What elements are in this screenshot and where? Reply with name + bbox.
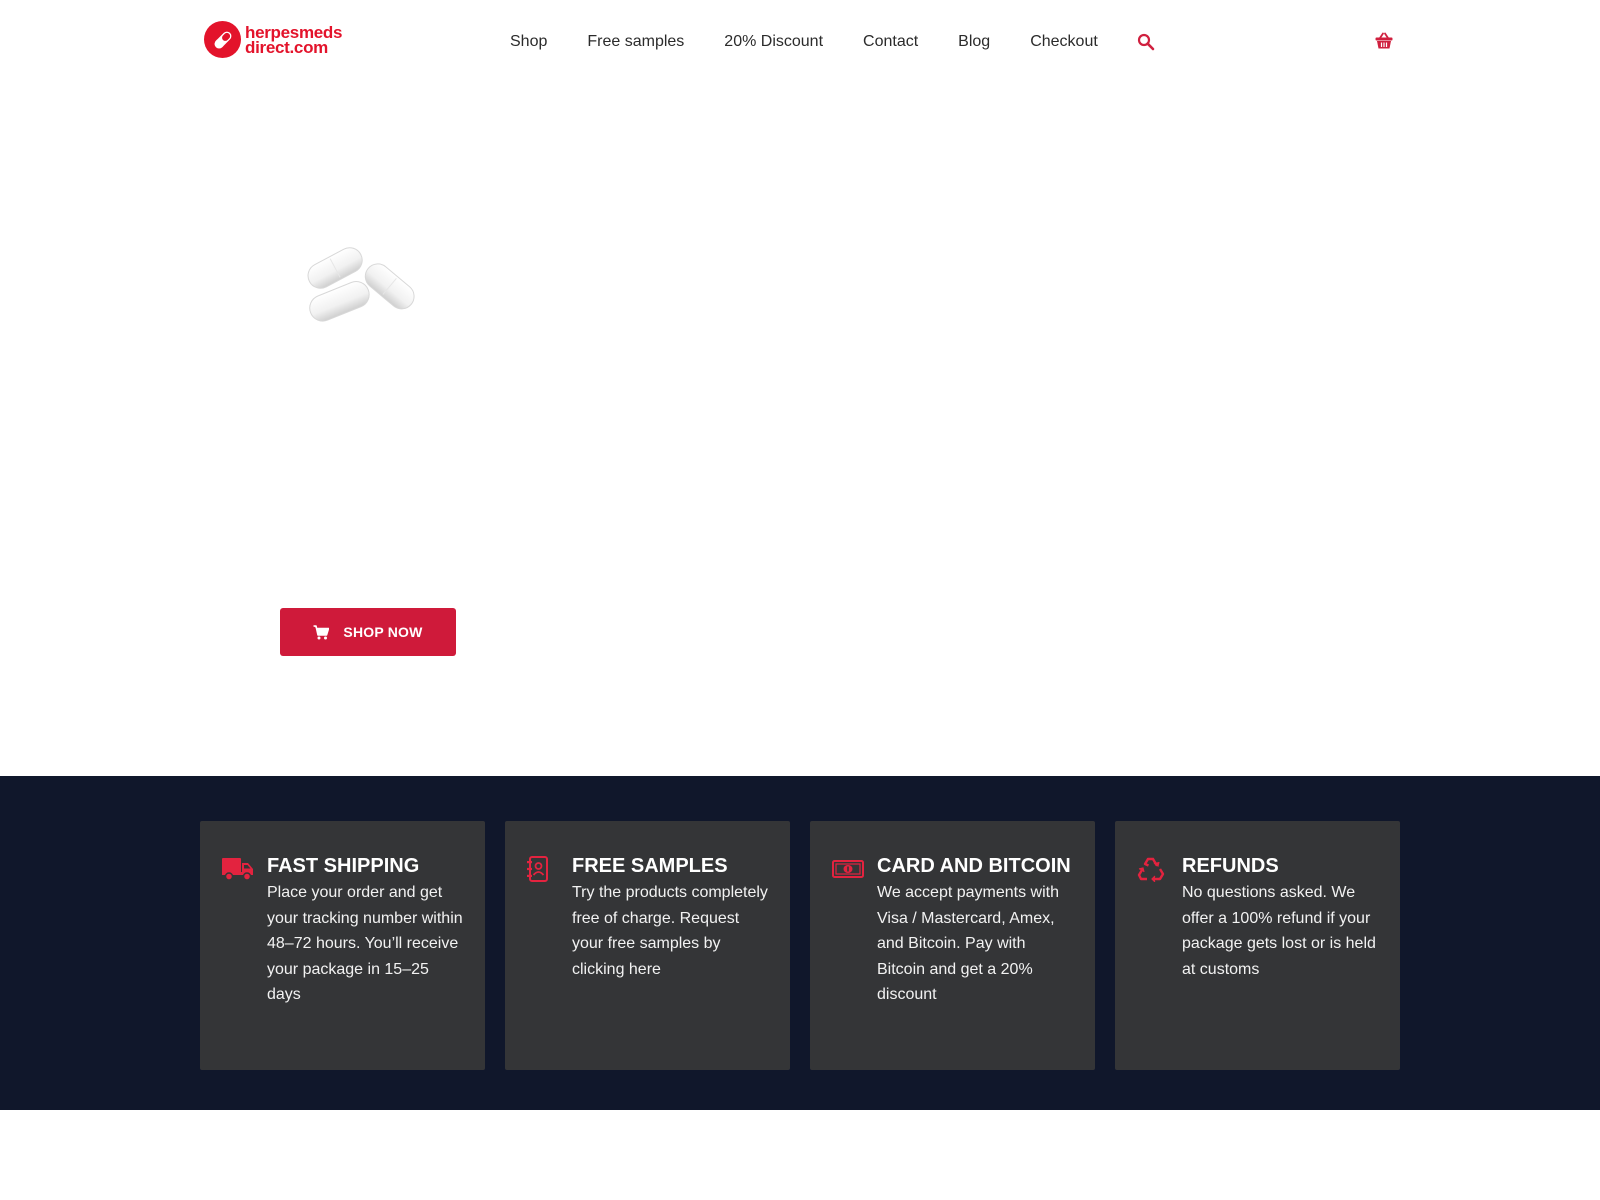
pill-logo-icon (204, 21, 241, 58)
nav-checkout[interactable]: Checkout (1030, 33, 1098, 51)
nav-blog[interactable]: Blog (958, 33, 990, 51)
nav-contact[interactable]: Contact (863, 33, 918, 51)
feature-title: CARD AND BITCOIN (877, 855, 1071, 877)
nav-discount[interactable]: 20% Discount (724, 33, 823, 51)
nav-shop[interactable]: Shop (510, 33, 547, 51)
feature-content: CARD AND BITCOIN We accept payments with… (877, 854, 1077, 1008)
recycle-icon (1137, 855, 1169, 883)
shop-now-label: SHOP NOW (343, 624, 423, 640)
feature-content: REFUNDS No questions asked. We offer a 1… (1182, 854, 1382, 982)
feature-card-shipping: FAST SHIPPING Place your order and get y… (200, 821, 485, 1070)
feature-text: Place your order and get your tracking n… (267, 884, 463, 1003)
features-band: FAST SHIPPING Place your order and get y… (0, 776, 1600, 1110)
truck-icon (222, 855, 254, 883)
basket-icon[interactable] (1374, 31, 1394, 51)
main-nav: Shop Free samples 20% Discount Contact B… (490, 30, 1156, 54)
feature-card-samples[interactable]: FREE SAMPLES Try the products completely… (505, 821, 790, 1070)
feature-text: We accept payments with Visa / Mastercar… (877, 884, 1060, 1003)
feature-title: FREE SAMPLES (572, 855, 728, 877)
logo-wordmark: herpesmeds direct.com (245, 24, 342, 57)
feature-content: FAST SHIPPING Place your order and get y… (267, 854, 467, 1008)
shop-now-button[interactable]: SHOP NOW (280, 608, 456, 656)
nav-free-samples[interactable]: Free samples (587, 33, 684, 51)
feature-content: FREE SAMPLES Try the products completely… (572, 854, 772, 982)
search-icon[interactable] (1136, 32, 1156, 52)
contact-book-icon (527, 855, 559, 883)
feature-title: REFUNDS (1182, 855, 1279, 877)
feature-text: No questions asked. We offer a 100% refu… (1182, 884, 1376, 978)
feature-text: Try the products completely free of char… (572, 884, 768, 978)
feature-card-payment: CARD AND BITCOIN We accept payments with… (810, 821, 1095, 1070)
feature-card-refunds: REFUNDS No questions asked. We offer a 1… (1115, 821, 1400, 1070)
logo-line-2: direct.com (245, 37, 328, 57)
site-logo[interactable]: herpesmeds direct.com (204, 21, 342, 58)
feature-title: FAST SHIPPING (267, 855, 420, 877)
cart-icon (313, 624, 330, 639)
pills-image (300, 238, 430, 338)
site-header: herpesmeds direct.com Shop Free samples … (0, 0, 1600, 84)
money-bill-icon (832, 855, 864, 883)
